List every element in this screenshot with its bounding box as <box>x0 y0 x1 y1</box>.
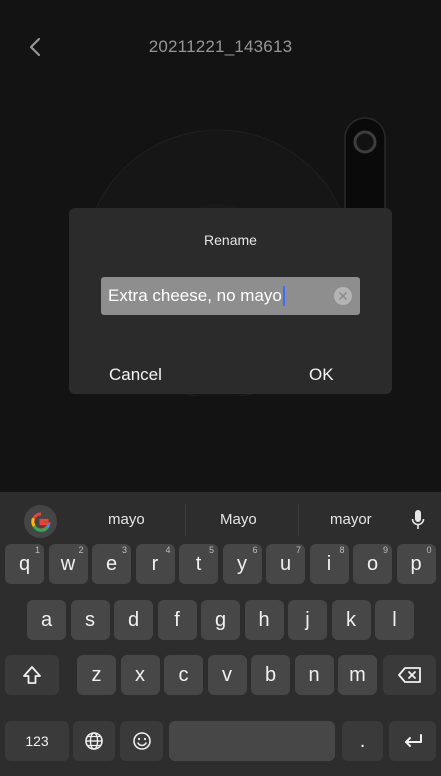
key-label: t <box>195 552 202 575</box>
key-label: a <box>40 608 53 631</box>
suggestion-divider <box>185 504 186 536</box>
key-a[interactable]: a <box>27 600 66 640</box>
microphone-icon <box>411 510 425 529</box>
shift-icon <box>23 666 41 684</box>
name-input-value: Extra cheese, no mayo <box>108 286 282 305</box>
emoji-icon <box>132 732 151 750</box>
key-t[interactable]: t5 <box>179 544 218 584</box>
dialog-title: Rename <box>204 232 257 248</box>
key-d[interactable]: d <box>114 600 153 640</box>
key-u[interactable]: u7 <box>266 544 305 584</box>
key-label: e <box>105 552 118 575</box>
key-label: m <box>349 663 366 686</box>
mic-button[interactable] <box>411 509 425 536</box>
key-label: u <box>279 552 292 575</box>
key-label: b <box>264 663 277 686</box>
globe-icon <box>85 732 103 750</box>
key-o[interactable]: o9 <box>353 544 392 584</box>
rename-dialog: Rename Extra cheese, no mayo Cancel OK <box>69 208 392 394</box>
key-b[interactable]: b <box>251 655 290 695</box>
suggestion-bar: mayo Mayo mayor <box>0 492 441 550</box>
key-hint: 6 <box>252 545 258 555</box>
key-k[interactable]: k <box>331 600 371 640</box>
space-key[interactable] <box>169 721 335 761</box>
cancel-button[interactable]: Cancel <box>109 365 162 385</box>
key-m[interactable]: m <box>338 655 377 695</box>
key-label: f <box>174 608 180 631</box>
soft-keyboard: mayo Mayo mayor q1w2e3r4t5y6u7i8o9p0 asd… <box>0 492 441 776</box>
name-input[interactable]: Extra cheese, no mayo <box>101 277 360 315</box>
key-label: j <box>305 608 310 631</box>
key-r[interactable]: r4 <box>135 544 175 584</box>
google-g-icon <box>30 511 51 532</box>
key-label: x <box>135 663 145 686</box>
key-hint: 9 <box>382 545 388 555</box>
key-hint: 1 <box>34 545 40 555</box>
backspace-icon <box>397 667 421 683</box>
key-f[interactable]: f <box>157 600 197 640</box>
key-label: q <box>18 552 31 575</box>
key-l[interactable]: l <box>375 600 414 640</box>
key-hint: 0 <box>426 545 432 555</box>
key-v[interactable]: v <box>207 655 247 695</box>
key-hint: 3 <box>121 545 127 555</box>
key-hint: 2 <box>78 545 84 555</box>
key-label: y <box>237 552 247 575</box>
key-label: i <box>326 552 332 575</box>
key-label: s <box>85 608 95 631</box>
suggestion-1[interactable]: mayo <box>108 511 145 528</box>
key-e[interactable]: e3 <box>92 544 131 584</box>
key-label: o <box>366 552 379 575</box>
suggestion-2[interactable]: Mayo <box>220 511 257 528</box>
key-j[interactable]: j <box>288 600 327 640</box>
key-z[interactable]: z <box>77 655 116 695</box>
key-label: d <box>127 608 140 631</box>
text-caret <box>282 286 285 306</box>
clear-x-icon <box>339 292 347 300</box>
enter-icon <box>404 734 422 747</box>
numbers-key[interactable]: 123 <box>5 721 69 761</box>
key-label: r <box>151 552 159 575</box>
emoji-key[interactable] <box>120 721 163 761</box>
key-hint: 5 <box>208 545 214 555</box>
backspace-key[interactable] <box>383 655 436 695</box>
key-s[interactable]: s <box>70 600 110 640</box>
key-label: k <box>346 608 356 631</box>
key-label: g <box>214 608 227 631</box>
key-label: p <box>410 552 422 575</box>
key-c[interactable]: c <box>164 655 203 695</box>
key-label: w <box>60 552 76 575</box>
key-label: h <box>258 608 270 631</box>
key-x[interactable]: x <box>120 655 160 695</box>
key-g[interactable]: g <box>201 600 240 640</box>
key-y[interactable]: y6 <box>222 544 262 584</box>
language-key[interactable] <box>73 721 115 761</box>
suggestion-divider <box>298 504 299 536</box>
key-hint: 4 <box>165 545 171 555</box>
key-label: c <box>178 663 189 686</box>
key-i[interactable]: i8 <box>309 544 349 584</box>
period-key[interactable]: . <box>342 721 383 761</box>
key-p[interactable]: p0 <box>396 544 436 584</box>
key-label: z <box>91 663 102 686</box>
suggestion-3[interactable]: mayor <box>330 511 372 528</box>
key-hint: 7 <box>295 545 301 555</box>
key-label: n <box>308 663 320 686</box>
key-label: v <box>222 663 232 686</box>
clear-input-button[interactable] <box>334 287 352 305</box>
key-label: l <box>392 608 397 631</box>
ok-button[interactable]: OK <box>309 365 334 385</box>
key-q[interactable]: q1 <box>5 544 44 584</box>
shift-key[interactable] <box>5 655 59 695</box>
key-h[interactable]: h <box>244 600 284 640</box>
key-n[interactable]: n <box>294 655 334 695</box>
google-icon[interactable] <box>24 505 57 538</box>
key-hint: 8 <box>339 545 345 555</box>
enter-key[interactable] <box>389 721 436 761</box>
key-w[interactable]: w2 <box>48 544 88 584</box>
